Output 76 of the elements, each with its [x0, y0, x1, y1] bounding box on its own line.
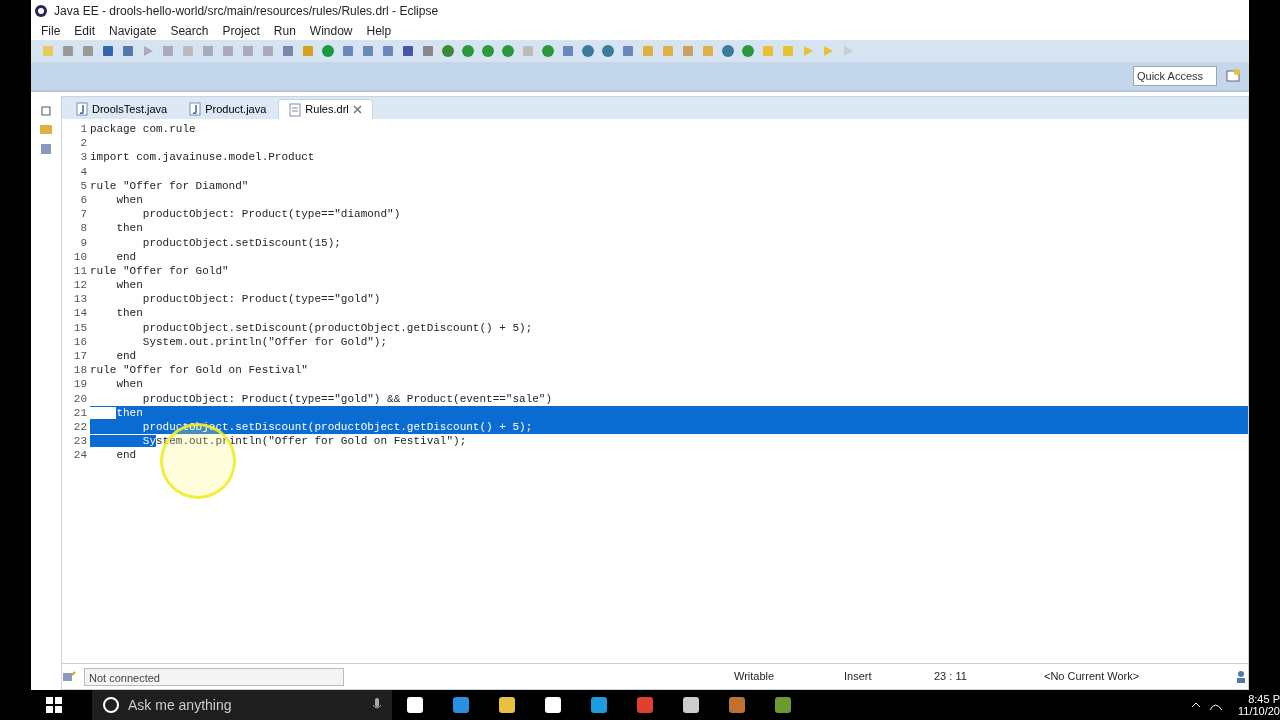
line-number: 21 [72, 405, 88, 420]
line-number: 5 [79, 178, 88, 193]
java-file-icon [189, 102, 202, 116]
code-line: rule "Offer for Gold" [90, 263, 230, 279]
code-line: then [115, 221, 144, 236]
line-number: 4 [79, 164, 88, 179]
code-line: rule "Offer for Diamond" [90, 178, 250, 193]
menu-item[interactable]: Search [170, 22, 209, 40]
editor-tab[interactable]: DroolsTest.java [66, 99, 178, 119]
menu-item[interactable]: Help [366, 22, 392, 40]
code-line: import com.javainuse.model.Product [90, 150, 316, 165]
java-file-icon [76, 102, 88, 116]
code-line: package com.rule [90, 122, 197, 137]
code-line: when [115, 377, 144, 392]
line-number: 2 [79, 136, 88, 151]
line-number: 13 [72, 292, 88, 307]
code-line: rule "Offer for Gold on Festival" [90, 363, 309, 378]
clock-date: 11/10/20 [1238, 705, 1280, 717]
line-number: 12 [72, 278, 88, 293]
close-icon[interactable] [352, 105, 362, 114]
line-number: 1 [79, 122, 88, 137]
line-number: 7 [79, 207, 88, 222]
window-title: Java EE - drools-hello-world/src/main/resources/rules/Rules.drl - Eclipse [54, 3, 439, 20]
line-number: 8 [79, 221, 88, 236]
line-number: 16 [72, 334, 88, 349]
menu-item[interactable]: Navigate [109, 22, 157, 40]
line-number: 11 [72, 263, 88, 279]
code-line: productObject.setDiscount(productObject.getDiscount() + 5); [141, 320, 534, 335]
menu-item[interactable]: Project [222, 22, 260, 40]
line-number: 18 [72, 363, 88, 378]
menu-item[interactable]: Window [309, 22, 353, 40]
code-line: when [115, 192, 144, 208]
status-text: <No Current Work> [1044, 669, 1141, 685]
code-line: end [115, 349, 138, 364]
code-line: productObject: Product(type=="gold") [141, 292, 382, 307]
play-icon[interactable] [141, 44, 155, 58]
line-number: 20 [72, 391, 88, 406]
status-text: Writable [734, 669, 776, 685]
status-text: Insert [844, 669, 873, 685]
editor-tab[interactable]: Product.java [179, 99, 277, 119]
line-number: 9 [79, 235, 88, 250]
connection-icon[interactable] [62, 669, 76, 684]
start-icon[interactable] [46, 697, 62, 713]
app-icon [34, 4, 48, 18]
code-line: productObject.setDiscount(15); [141, 235, 342, 250]
line-number: 23 [72, 434, 88, 449]
line-number: 10 [72, 249, 88, 264]
search-icon [102, 696, 120, 714]
code-line: then [115, 306, 144, 321]
restore-icon[interactable] [41, 106, 51, 116]
line-number: 17 [72, 349, 88, 364]
clock-time: 8:45 P [1248, 693, 1280, 705]
person-icon[interactable] [1234, 669, 1248, 684]
line-number: 6 [79, 192, 88, 208]
code-line: when [115, 278, 144, 293]
taskbar-search[interactable]: Ask me anything [92, 690, 392, 720]
quick-access-field[interactable]: Quick Access [1133, 66, 1217, 86]
code-line: productObject: Product(type=="diamond") [141, 207, 402, 222]
line-number: 3 [79, 150, 88, 165]
menu-item[interactable]: Edit [74, 22, 96, 40]
connection-field: Not connected [84, 667, 344, 686]
line-number: 24 [72, 448, 88, 463]
menu-item[interactable]: Run [273, 22, 296, 40]
code-line: productObject: Product(type=="gold") && Product(event=="sale") [141, 391, 554, 406]
menu-item[interactable]: File [41, 22, 61, 40]
code-line: end [115, 249, 138, 264]
line-number: 14 [72, 306, 88, 321]
line-number: 22 [72, 419, 88, 435]
line-number: 19 [72, 377, 88, 392]
line-number: 15 [72, 320, 88, 335]
cursor-position: 23 : 11 [934, 669, 968, 685]
file-icon [289, 102, 302, 117]
code-line: end [115, 448, 138, 463]
editor-tab[interactable]: Rules.drl [278, 99, 373, 119]
code-line: System.out.println("Offer for Gold"); [141, 334, 389, 349]
perspective-icon[interactable] [1225, 68, 1241, 84]
